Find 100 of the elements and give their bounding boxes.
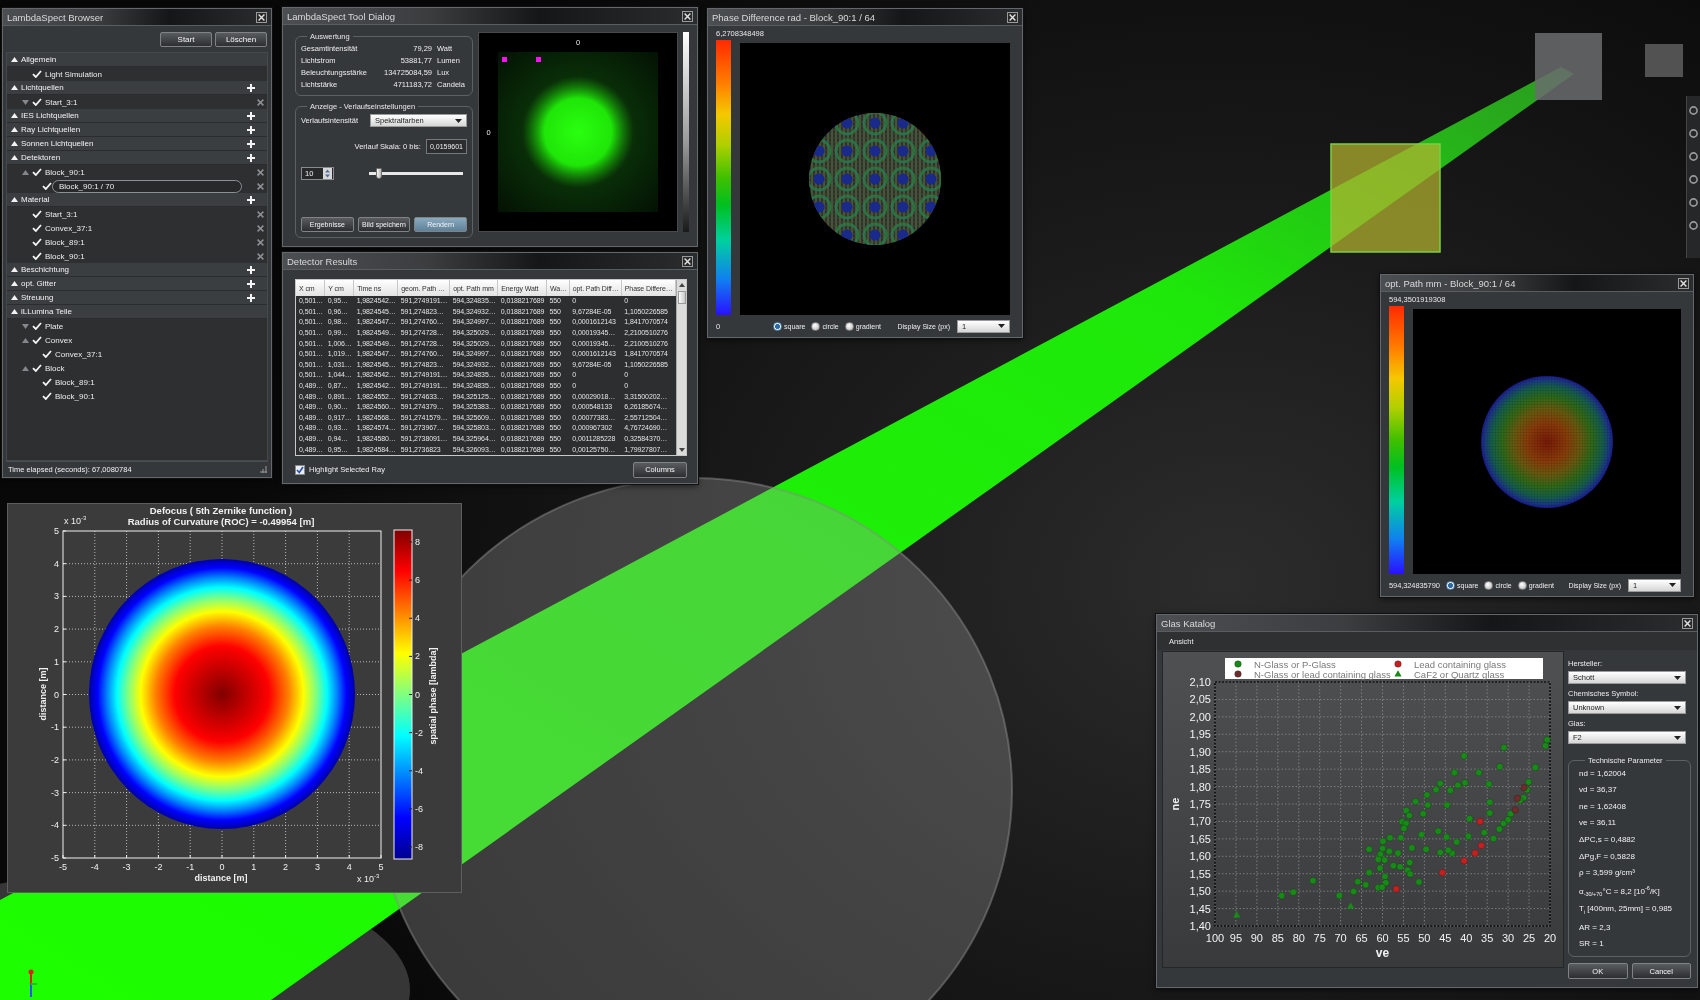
section-header[interactable]: Lichtquellen xyxy=(7,81,267,95)
triangle-icon[interactable] xyxy=(11,281,18,286)
add-icon[interactable] xyxy=(247,293,255,302)
section-header[interactable]: Sonnen Lichtquellen xyxy=(7,137,267,151)
close-button[interactable] xyxy=(1678,277,1689,289)
section-header[interactable]: IES Lichtquellen xyxy=(7,109,267,123)
tree-item[interactable]: Start_3:1 xyxy=(45,96,78,108)
triangle-icon[interactable] xyxy=(21,365,29,371)
tree-item[interactable]: Block_89:1 xyxy=(45,236,85,248)
triangle-icon[interactable] xyxy=(21,337,29,343)
triangle-icon[interactable] xyxy=(11,295,18,300)
checkmark-icon[interactable] xyxy=(42,378,52,386)
triangle-icon[interactable] xyxy=(11,267,18,272)
data-point xyxy=(1531,763,1539,771)
checkmark-icon[interactable] xyxy=(32,252,42,260)
remove-icon[interactable] xyxy=(257,98,264,106)
ring-icon[interactable] xyxy=(1689,175,1698,184)
tree-item[interactable]: Light Simulation xyxy=(45,68,102,80)
checkmark-icon[interactable] xyxy=(42,350,52,358)
tree-item[interactable]: Convex_37:1 xyxy=(55,348,103,360)
section-header[interactable]: Material xyxy=(7,193,267,207)
remove-icon[interactable] xyxy=(257,168,264,176)
triangle-icon[interactable] xyxy=(11,197,18,202)
triangle-icon[interactable] xyxy=(11,141,18,146)
add-icon[interactable] xyxy=(247,153,255,162)
triangle-icon[interactable] xyxy=(21,323,29,329)
section-header[interactable]: Detektoren xyxy=(7,151,267,165)
triangle-icon[interactable] xyxy=(11,309,18,314)
tree-item[interactable]: Block_90:1 / 70 xyxy=(52,179,242,193)
close-button[interactable] xyxy=(682,10,693,22)
checkmark-icon[interactable] xyxy=(32,224,42,232)
triangle-icon[interactable] xyxy=(11,85,18,90)
checkmark-icon[interactable] xyxy=(32,210,42,218)
resize-grip-icon[interactable] xyxy=(260,466,267,473)
ring-icon[interactable] xyxy=(1689,198,1698,207)
add-icon[interactable] xyxy=(247,279,255,288)
slider-thumb[interactable] xyxy=(376,168,383,179)
toolbar-button[interactable]: Löschen xyxy=(215,32,267,47)
tree-item[interactable]: Block_90:1 xyxy=(55,390,95,402)
add-icon[interactable] xyxy=(247,139,255,148)
ring-icon[interactable] xyxy=(1689,152,1698,161)
close-button[interactable] xyxy=(256,11,267,23)
triangle-icon[interactable] xyxy=(11,127,18,132)
remove-icon[interactable] xyxy=(257,210,264,218)
section-header[interactable]: Ray Lichtquellen xyxy=(7,123,267,137)
radio-button[interactable] xyxy=(1484,580,1494,590)
checkmark-icon[interactable] xyxy=(32,168,42,176)
checkbox[interactable] xyxy=(295,464,305,475)
scrollbar-thumb[interactable] xyxy=(677,291,686,304)
radio-button[interactable] xyxy=(773,321,782,331)
add-icon[interactable] xyxy=(247,265,255,274)
checkmark-icon[interactable] xyxy=(42,182,52,190)
ring-icon[interactable] xyxy=(1689,129,1698,138)
close-button[interactable] xyxy=(682,255,693,267)
tree-item[interactable]: Start_3:1 xyxy=(45,208,78,220)
section-header[interactable]: iLLumina Teile xyxy=(7,305,267,319)
add-icon[interactable] xyxy=(247,125,255,134)
remove-icon[interactable] xyxy=(257,182,264,190)
ring-icon[interactable] xyxy=(1689,106,1698,115)
checkmark-icon[interactable] xyxy=(32,322,42,330)
section-header[interactable]: Streuung xyxy=(7,291,267,305)
up-arrow-icon[interactable] xyxy=(678,283,685,287)
checkmark-icon[interactable] xyxy=(32,336,42,344)
triangle-icon[interactable] xyxy=(11,113,18,118)
checkmark-icon[interactable] xyxy=(32,238,42,246)
section-header[interactable]: opt. Gitter xyxy=(7,277,267,291)
triangle-icon[interactable] xyxy=(21,169,29,175)
spin-arrows-icon[interactable] xyxy=(323,168,332,179)
triangle-icon[interactable] xyxy=(21,99,29,105)
tree-item[interactable]: Convex xyxy=(45,334,73,346)
tree-item[interactable]: Plate xyxy=(45,320,64,332)
tree-item[interactable]: Block_89:1 xyxy=(55,376,95,388)
checkmark-icon[interactable] xyxy=(42,392,52,400)
tree-item[interactable]: Block_90:1 xyxy=(45,250,85,262)
radio-button[interactable] xyxy=(1446,580,1455,590)
checkmark-icon[interactable] xyxy=(32,98,42,106)
tree-item[interactable]: Convex_37:1 xyxy=(45,222,93,234)
ring-icon[interactable] xyxy=(1689,221,1698,230)
radio-button[interactable] xyxy=(844,321,854,331)
tree-item[interactable]: Block xyxy=(45,362,65,374)
close-button[interactable] xyxy=(1007,11,1018,23)
radio-button[interactable] xyxy=(1517,580,1527,590)
remove-icon[interactable] xyxy=(257,238,264,246)
add-icon[interactable] xyxy=(247,83,255,92)
section-header[interactable]: Beschichtung xyxy=(7,263,267,277)
checkmark-icon[interactable] xyxy=(32,70,42,78)
tree-item[interactable]: Block_90:1 xyxy=(45,166,85,178)
triangle-icon[interactable] xyxy=(11,57,18,62)
scrollbar[interactable] xyxy=(676,280,686,455)
close-button[interactable] xyxy=(1682,617,1693,629)
remove-icon[interactable] xyxy=(257,224,264,232)
section-header[interactable]: Allgemein xyxy=(7,53,267,67)
remove-icon[interactable] xyxy=(257,252,264,260)
add-icon[interactable] xyxy=(247,111,255,120)
add-icon[interactable] xyxy=(247,195,255,204)
checkmark-icon[interactable] xyxy=(32,364,42,372)
triangle-icon[interactable] xyxy=(11,155,18,160)
toolbar-button[interactable]: Start xyxy=(160,32,212,47)
radio-button[interactable] xyxy=(811,321,821,331)
down-arrow-icon[interactable] xyxy=(678,448,685,452)
